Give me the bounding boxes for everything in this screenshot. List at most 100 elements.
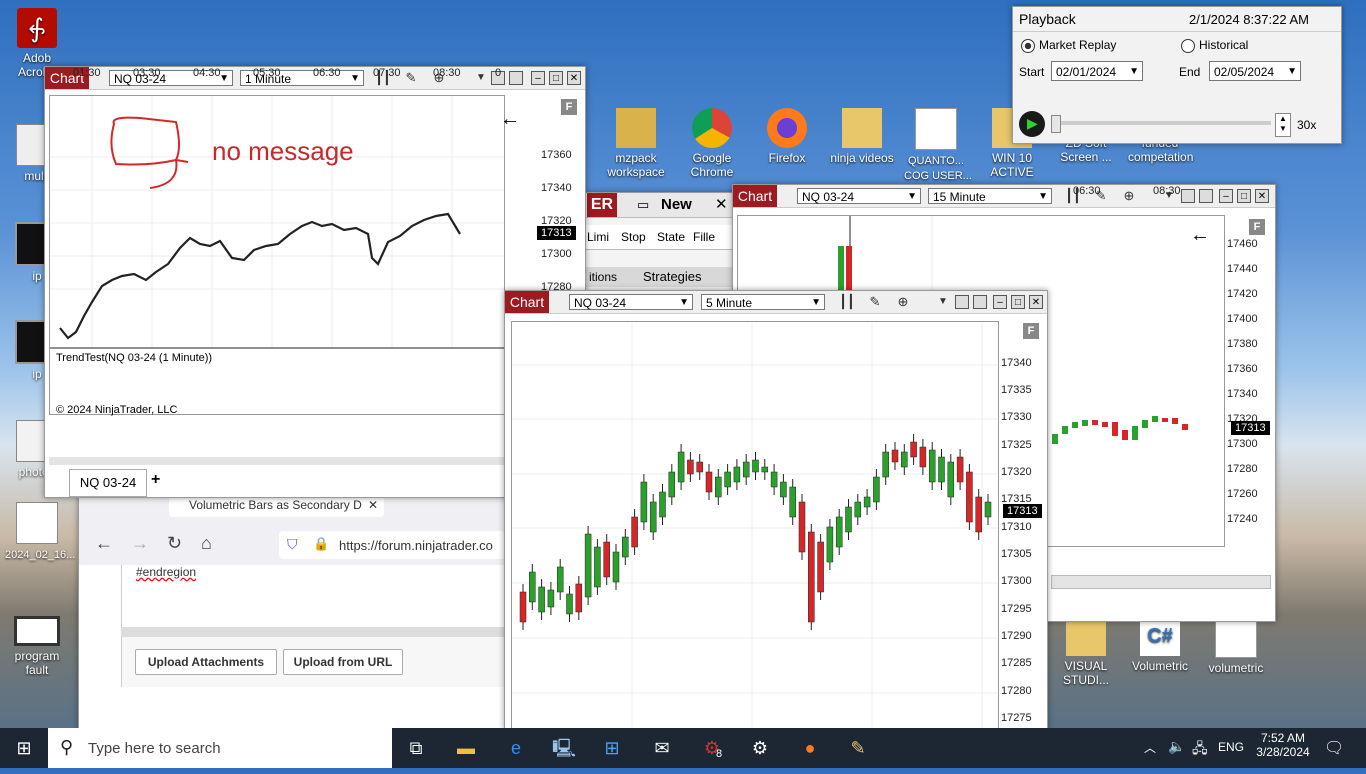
tile-icon[interactable] xyxy=(509,71,523,85)
chevron-down-icon: ▼ xyxy=(679,297,689,308)
market-replay-radio[interactable] xyxy=(1021,39,1035,53)
maximize-button[interactable]: □ xyxy=(549,71,563,85)
arrow-left-icon[interactable]: ← xyxy=(500,108,520,131)
tile-icon[interactable] xyxy=(973,295,987,309)
paint-icon[interactable]: ✎ xyxy=(834,728,882,768)
tile-icon[interactable] xyxy=(1181,189,1195,203)
candle xyxy=(770,471,778,488)
language-indicator[interactable]: ENG xyxy=(1218,740,1244,754)
chart-tab[interactable]: Chart xyxy=(505,291,549,313)
desktop-icon-mzpack[interactable]: mzpack workspace xyxy=(604,108,668,179)
column-limit[interactable]: Limi xyxy=(587,230,609,244)
new-menu[interactable]: New xyxy=(661,196,692,213)
forward-icon[interactable]: → xyxy=(131,533,149,554)
reload-icon[interactable]: ↻ xyxy=(167,533,182,554)
chevron-down-icon: ▼ xyxy=(350,73,360,84)
csharp-icon: C# xyxy=(1140,616,1180,656)
tab-positions[interactable]: itions xyxy=(589,270,617,284)
windows-start-button[interactable]: ⊞ xyxy=(0,728,48,768)
editor-area[interactable]: #endregion xyxy=(121,565,505,627)
network-icon[interactable]: 🖧 xyxy=(1192,738,1208,762)
chevron-up-icon[interactable]: ︿ xyxy=(1144,739,1156,756)
start-date-select[interactable]: 02/01/2024 ▼ xyxy=(1051,61,1143,81)
upload-attachments-button[interactable]: Upload Attachments xyxy=(135,649,277,675)
instrument-select[interactable]: NQ 03-24 ▼ xyxy=(569,294,693,310)
edge-icon[interactable]: e xyxy=(492,728,540,768)
pencil-icon[interactable]: ✎ xyxy=(403,70,419,86)
horizontal-scrollbar[interactable] xyxy=(49,457,505,465)
playback-slider[interactable] xyxy=(1053,121,1271,125)
firefox-icon[interactable]: ● xyxy=(786,728,834,768)
upload-from-url-button[interactable]: Upload from URL xyxy=(283,649,403,675)
chevron-down-icon[interactable]: ▼ xyxy=(935,294,951,310)
column-filled[interactable]: Fille xyxy=(693,230,715,244)
chart3-plot[interactable] xyxy=(511,321,999,729)
minimize-button[interactable]: – xyxy=(1219,189,1233,203)
minimize-button[interactable]: – xyxy=(531,71,545,85)
zoom-icon[interactable]: ⊕ xyxy=(895,294,911,310)
close-button[interactable]: ✕ xyxy=(1255,189,1269,203)
mail-icon[interactable]: ✉ xyxy=(638,728,686,768)
maximize-button[interactable]: □ xyxy=(1237,189,1251,203)
store-icon[interactable]: ⊞ xyxy=(588,728,636,768)
desktop-icon-visual-studio[interactable]: VISUAL STUDI... xyxy=(1054,616,1118,687)
tools-icon[interactable]: ✕ xyxy=(715,195,728,213)
maximize-button[interactable]: □ xyxy=(1011,295,1025,309)
column-state[interactable]: State xyxy=(657,230,685,244)
zoom-icon[interactable]: ⊕ xyxy=(1121,188,1137,204)
file-explorer-icon[interactable]: ▬ xyxy=(442,728,490,768)
desktop-icon-firefox[interactable]: Firefox xyxy=(755,108,819,165)
interval-select[interactable]: 15 Minute ▼ xyxy=(928,188,1052,204)
minimize-button[interactable]: – xyxy=(993,295,1007,309)
candle xyxy=(742,461,750,478)
historical-radio[interactable] xyxy=(1181,39,1195,53)
tile-icon[interactable] xyxy=(955,295,969,309)
speaker-icon[interactable]: 🔈 xyxy=(1168,738,1185,755)
chart1-plot[interactable]: no message ← TrendTest(NQ 03-24 (1 Minut… xyxy=(49,95,520,416)
instrument-select[interactable]: NQ 03-24 ▼ xyxy=(797,188,921,204)
clock[interactable]: 7:52 AM 3/28/2024 xyxy=(1256,731,1310,759)
computer-icon[interactable]: 🖳 xyxy=(540,728,588,768)
close-button[interactable]: ✕ xyxy=(1029,295,1043,309)
home-icon[interactable]: ⌂ xyxy=(201,533,212,554)
tile-icon[interactable] xyxy=(1199,189,1213,203)
tab-strategies[interactable]: Strategies xyxy=(643,269,702,284)
notification-icon[interactable]: 🗨 xyxy=(1324,738,1344,758)
desktop-icon-volumetric-cs[interactable]: C# Volumetric xyxy=(1128,616,1192,673)
chart-tab-nq[interactable]: NQ 03-24 xyxy=(69,469,147,497)
video-icon xyxy=(14,616,60,646)
candle xyxy=(622,536,629,558)
task-view-icon[interactable]: ⧉ xyxy=(392,728,440,768)
play-button[interactable]: ▶ xyxy=(1019,111,1045,137)
candle xyxy=(649,501,657,533)
back-icon[interactable]: ← xyxy=(95,533,113,554)
horizontal-scrollbar[interactable] xyxy=(1051,575,1271,589)
desktop-icon-chrome[interactable]: Google Chrome xyxy=(680,108,744,179)
shield-icon: ⛉ xyxy=(287,536,298,552)
speed-value: 30x xyxy=(1297,118,1317,132)
arrow-left-icon[interactable]: ← xyxy=(1190,224,1210,247)
desktop-icon-2024-file[interactable]: 2024_02_16... xyxy=(5,502,75,562)
search-box[interactable]: ⚲ Type here to search xyxy=(48,728,392,768)
desktop-icon-ninja-videos[interactable]: ninja videos xyxy=(830,108,894,165)
chart-tab[interactable]: Chart xyxy=(733,185,777,207)
settings-icon[interactable]: ⚙ xyxy=(736,728,784,768)
ninjatrader-icon[interactable]: ⚙ 8 xyxy=(688,728,736,768)
desktop-icon-quanto[interactable]: QUANTO... COG USER... xyxy=(904,108,972,183)
desktop-icon-program-fault[interactable]: program fault xyxy=(5,616,69,677)
interval-select[interactable]: 5 Minute ▼ xyxy=(701,294,825,310)
bars-icon[interactable]: ┃┃ xyxy=(839,294,855,310)
end-date-select[interactable]: 02/05/2024 ▼ xyxy=(1209,61,1301,81)
chevron-down-icon[interactable]: ▼ xyxy=(473,70,489,86)
candle xyxy=(752,459,759,473)
speed-stepper[interactable]: ▲ ▼ xyxy=(1275,113,1291,137)
candle xyxy=(838,246,844,292)
slider-handle[interactable] xyxy=(1051,115,1061,133)
url-bar[interactable]: ⛉ 🔒 https://forum.ninjatrader.co xyxy=(279,531,505,559)
column-stop[interactable]: Stop xyxy=(621,230,646,244)
candle xyxy=(566,593,573,615)
desktop-icon-volumetric-img[interactable]: volumetric xyxy=(1204,616,1268,675)
add-tab-button[interactable]: + xyxy=(151,471,160,489)
close-button[interactable]: ✕ xyxy=(567,71,581,85)
pencil-icon[interactable]: ✎ xyxy=(867,294,883,310)
